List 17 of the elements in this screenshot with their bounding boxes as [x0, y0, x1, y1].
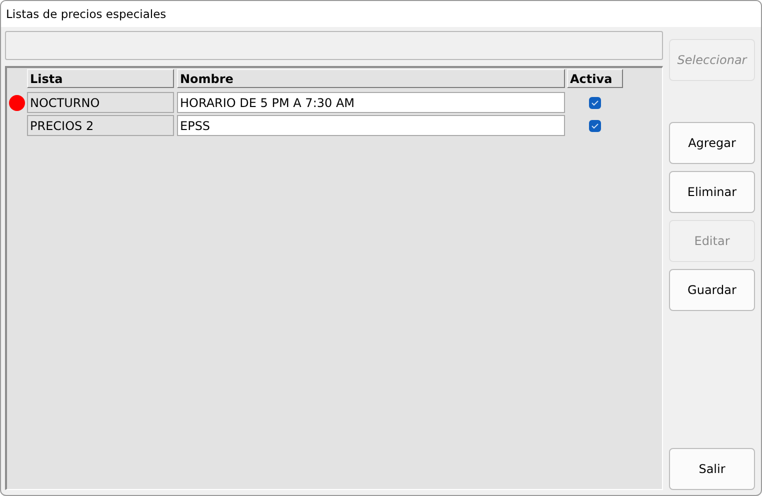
table-cell[interactable]: HORARIO DE 5 PM A 7:30 AM	[177, 92, 565, 113]
action-button[interactable]: Guardar	[669, 269, 755, 311]
column-header[interactable]: Nombre	[177, 69, 565, 88]
window-title: Listas de precios especiales	[6, 7, 166, 21]
check-icon	[591, 122, 599, 128]
table-cell: PRECIOS 2	[27, 115, 174, 136]
table-cell[interactable]: EPSS	[177, 115, 565, 136]
table-cell: NOCTURNO	[27, 92, 174, 113]
checkbox[interactable]	[589, 120, 601, 132]
action-button[interactable]: Eliminar	[669, 171, 755, 213]
row-indicator-icon	[9, 94, 25, 110]
column-header[interactable]: Lista	[27, 69, 174, 88]
column-header[interactable]: Activa	[567, 69, 623, 88]
action-button[interactable]: Agregar	[669, 122, 755, 164]
action-button[interactable]: Salir	[669, 448, 755, 490]
check-icon	[591, 100, 599, 106]
checkbox[interactable]	[589, 96, 601, 108]
